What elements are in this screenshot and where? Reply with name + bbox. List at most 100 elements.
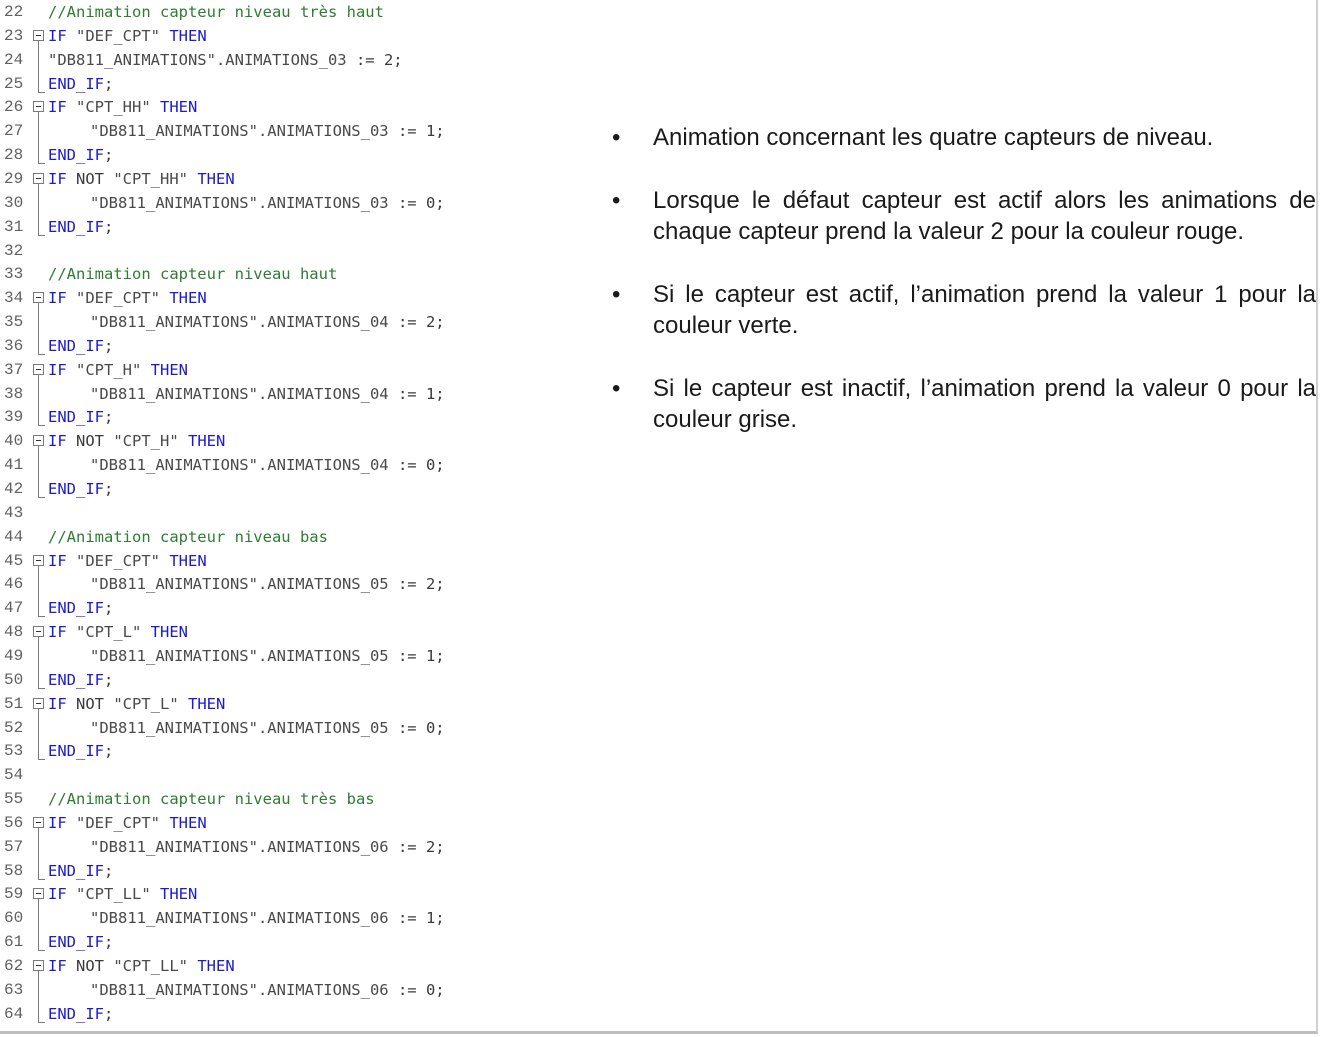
code-line[interactable]: 54 — [0, 763, 600, 787]
fold-guide-end — [38, 950, 45, 952]
collapse-toggle-icon[interactable] — [33, 435, 44, 447]
code-token: := — [397, 384, 426, 403]
code-text: END_IF; — [48, 859, 113, 883]
fold-guide-end — [38, 759, 45, 761]
fold-guide — [38, 858, 39, 879]
collapse-toggle-icon[interactable] — [33, 554, 44, 566]
collapse-toggle-icon[interactable] — [33, 292, 44, 304]
code-line[interactable]: 31 END_IF; — [0, 214, 600, 239]
code-token: END_IF — [48, 408, 104, 427]
code-token: 1; — [425, 909, 445, 928]
line-number: 30 — [4, 193, 24, 212]
code-token: ; — [104, 1004, 114, 1023]
line-number: 35 — [4, 313, 24, 332]
code-line[interactable]: 51 IF NOT "CPT_L" THEN — [0, 692, 600, 716]
code-line[interactable]: 61 END_IF; — [0, 930, 600, 954]
code-line[interactable]: 58 END_IF; — [0, 858, 600, 883]
line-number: 44 — [4, 527, 24, 546]
code-text: IF NOT "CPT_H" THEN — [48, 429, 225, 453]
collapse-toggle-icon[interactable] — [33, 888, 44, 900]
code-line[interactable]: 48 IF "CPT_L" THEN — [0, 620, 600, 645]
code-token: "CPT_L" — [113, 694, 188, 713]
code-line[interactable]: 46 "DB811_ANIMATIONS".ANIMATIONS_05 := 2; — [0, 572, 600, 597]
fold-guide-end — [38, 497, 45, 498]
code-token: 2; — [425, 837, 445, 856]
code-text: IF "DEF_CPT" THEN — [48, 549, 207, 573]
code-token: "DB811_ANIMATIONS".ANIMATIONS_06 — [90, 980, 398, 999]
code-line[interactable]: 60 "DB811_ANIMATIONS".ANIMATIONS_06 := 1; — [0, 906, 600, 931]
code-line[interactable]: 53 END_IF; — [0, 739, 600, 763]
code-line[interactable]: 40 IF NOT "CPT_H" THEN — [0, 429, 600, 454]
code-line[interactable]: 49 "DB811_ANIMATIONS".ANIMATIONS_05 := 1; — [0, 643, 600, 668]
code-line[interactable]: 64 END_IF; — [0, 1001, 600, 1026]
code-token: NOT — [76, 169, 114, 188]
line-number: 27 — [4, 122, 24, 141]
code-token: END_IF — [48, 1004, 104, 1023]
line-number: 48 — [4, 623, 24, 642]
code-line[interactable]: 36 END_IF; — [0, 333, 600, 358]
code-token: END_IF — [48, 861, 104, 880]
code-line[interactable]: 62 IF NOT "CPT_LL" THEN — [0, 954, 600, 978]
code-editor[interactable]: 22 //Animation capteur niveau très haut 23… — [0, 0, 600, 1031]
fold-guide — [38, 477, 39, 497]
code-line[interactable]: 47 END_IF; — [0, 596, 600, 620]
code-text: IF "CPT_LL" THEN — [48, 882, 197, 906]
line-number: 23 — [4, 26, 24, 45]
code-line[interactable]: 35 "DB811_ANIMATIONS".ANIMATIONS_04 := 2; — [0, 310, 600, 335]
code-line[interactable]: 52 "DB811_ANIMATIONS".ANIMATIONS_05 := 0; — [0, 715, 600, 740]
collapse-toggle-icon[interactable] — [33, 697, 44, 709]
fold-guide-end — [38, 234, 45, 236]
code-line[interactable]: 59 IF "CPT_LL" THEN — [0, 882, 600, 907]
code-line[interactable]: 39 END_IF; — [0, 405, 600, 429]
code-token: THEN — [187, 694, 226, 713]
code-line[interactable]: 30 "DB811_ANIMATIONS".ANIMATIONS_03 := 0; — [0, 190, 600, 215]
collapse-toggle-icon[interactable] — [33, 101, 44, 113]
code-line[interactable]: 28 END_IF; — [0, 143, 600, 167]
code-line[interactable]: 57 "DB811_ANIMATIONS".ANIMATIONS_06 := 2; — [0, 834, 600, 859]
code-line[interactable]: 41 "DB811_ANIMATIONS".ANIMATIONS_04 := 0; — [0, 453, 600, 478]
code-token: 0; — [425, 980, 445, 999]
line-number: 54 — [4, 766, 24, 785]
code-line[interactable]: 25 END_IF; — [0, 71, 600, 96]
code-line[interactable]: 27 "DB811_ANIMATIONS".ANIMATIONS_03 := 1; — [0, 119, 600, 144]
code-token: 1; — [425, 646, 445, 665]
code-token: "DEF_CPT" — [76, 813, 170, 832]
code-line[interactable]: 38 "DB811_ANIMATIONS".ANIMATIONS_04 := 1; — [0, 381, 600, 406]
collapse-toggle-icon[interactable] — [33, 29, 44, 41]
line-number: 59 — [4, 885, 24, 904]
code-line[interactable]: 34 IF "DEF_CPT" THEN — [0, 286, 600, 311]
code-line[interactable]: 55 //Animation capteur niveau très bas — [0, 787, 600, 811]
collapse-toggle-icon[interactable] — [33, 172, 44, 184]
collapse-toggle-icon[interactable] — [33, 626, 44, 638]
code-token: "DB811_ANIMATIONS".ANIMATIONS_03 — [90, 122, 398, 141]
code-line[interactable]: 29 IF NOT "CPT_HH" THEN — [0, 167, 600, 191]
code-text: "DB811_ANIMATIONS".ANIMATIONS_03 := 2; — [48, 48, 403, 72]
code-text: END_IF; — [48, 334, 113, 358]
fold-guide-end — [38, 1021, 45, 1023]
code-line[interactable]: 37 IF "CPT_H" THEN — [0, 358, 600, 382]
code-line[interactable]: 26 IF "CPT_HH" THEN — [0, 95, 600, 120]
code-line[interactable]: 33 //Animation capteur niveau haut — [0, 262, 600, 286]
code-line[interactable]: 42 END_IF; — [0, 477, 600, 501]
fold-guide-end — [38, 163, 45, 165]
line-number: 32 — [4, 241, 24, 260]
collapse-toggle-icon[interactable] — [33, 363, 44, 375]
code-line[interactable]: 24 "DB811_ANIMATIONS".ANIMATIONS_03 := 2; — [0, 47, 600, 72]
collapse-toggle-icon[interactable] — [33, 816, 44, 828]
code-line[interactable]: 45 IF "DEF_CPT" THEN — [0, 549, 600, 573]
code-token: "CPT_H" — [76, 360, 151, 379]
code-line[interactable]: 22 //Animation capteur niveau très haut — [0, 0, 600, 24]
code-token: IF — [48, 360, 76, 379]
code-token: END_IF — [48, 599, 104, 618]
code-line[interactable]: 63 "DB811_ANIMATIONS".ANIMATIONS_06 := 0; — [0, 977, 600, 1002]
code-line[interactable]: 32 — [0, 239, 600, 263]
code-line[interactable]: 43 — [0, 501, 600, 525]
code-line[interactable]: 56 IF "DEF_CPT" THEN — [0, 811, 600, 835]
fold-guide-end — [38, 616, 45, 618]
code-comment: //Animation capteur niveau bas — [48, 527, 328, 546]
code-line[interactable]: 44 //Animation capteur niveau bas — [0, 525, 600, 549]
code-token: "CPT_HH" — [113, 169, 198, 188]
code-line[interactable]: 50 END_IF; — [0, 667, 600, 692]
collapse-toggle-icon[interactable] — [33, 960, 44, 971]
code-line[interactable]: 23 IF "DEF_CPT" THEN — [0, 24, 600, 48]
